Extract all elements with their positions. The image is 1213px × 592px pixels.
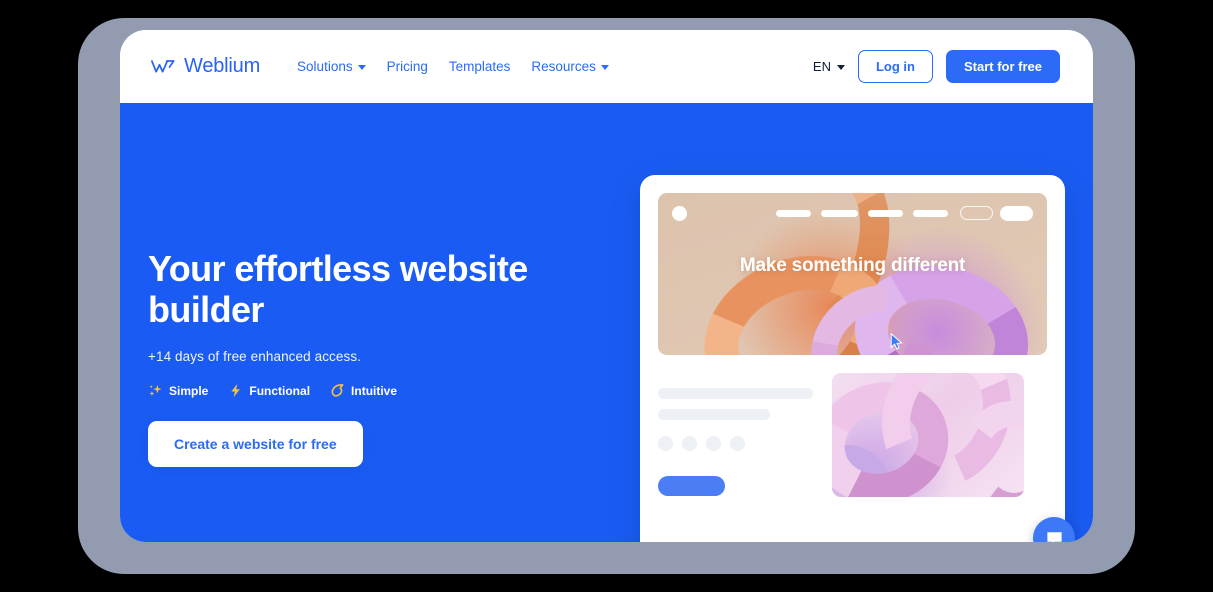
nav-item-solutions[interactable]: Solutions (297, 59, 366, 74)
website-mockup-card: Make something different (640, 175, 1065, 542)
mockup-photo (832, 373, 1024, 497)
chevron-down-icon (357, 65, 366, 70)
screenshot-stage: Weblium Solutions Pricing Templates Reso… (0, 0, 1213, 592)
feature-badge-label: Intuitive (351, 383, 398, 398)
nav-item-resources[interactable]: Resources (531, 59, 609, 74)
create-website-button[interactable]: Create a website for free (148, 421, 363, 467)
nav-item-label: Solutions (297, 59, 353, 74)
lightning-bolt-icon (231, 383, 241, 398)
mockup-nav-link[interactable] (821, 209, 858, 217)
mockup-body (658, 373, 1047, 497)
hero-section: Your effortless website builder +14 days… (120, 103, 1093, 542)
feature-badge-simple: Simple (148, 383, 208, 398)
sparkles-icon (149, 384, 162, 396)
skeleton-bar (658, 388, 813, 399)
circle-logo-icon (672, 205, 687, 221)
mockup-secondary-button[interactable] (960, 206, 993, 220)
mockup-nav-links (776, 209, 948, 217)
skeleton-dot (682, 436, 697, 451)
brand-logo[interactable]: Weblium (151, 55, 260, 78)
mockup-nav-actions (960, 205, 1033, 221)
nav-item-pricing[interactable]: Pricing (387, 59, 428, 74)
site-header: Weblium Solutions Pricing Templates Reso… (120, 30, 1093, 103)
nav-item-label: Pricing (386, 59, 428, 74)
chat-bubble-icon (1046, 531, 1062, 542)
header-actions: EN Log in Start for free (813, 50, 1060, 83)
language-label: EN (812, 59, 831, 74)
feature-badges: Simple Functional Intuitive (148, 383, 578, 398)
hero-title: Your effortless website builder (148, 248, 528, 330)
mockup-nav-link[interactable] (913, 209, 948, 217)
skeleton-dot (730, 436, 745, 451)
mockup-banner-title: Make something different (739, 255, 966, 276)
feature-badge-intuitive: Intuitive (330, 383, 397, 398)
skeleton-bar (658, 409, 770, 420)
feature-badge-functional: Functional (228, 383, 310, 398)
browser-window: Weblium Solutions Pricing Templates Reso… (120, 30, 1093, 542)
mockup-nav-link[interactable] (868, 209, 903, 217)
hero-subtitle: +14 days of free enhanced access. (148, 349, 362, 364)
skeleton-dots (658, 436, 813, 451)
mockup-primary-button[interactable] (1000, 205, 1033, 221)
feature-badge-label: Simple (169, 383, 209, 398)
mockup-hero-banner: Make something different (658, 193, 1047, 355)
language-selector[interactable]: EN (813, 59, 845, 74)
chevron-down-icon (836, 65, 845, 70)
nav-item-label: Templates (448, 59, 511, 74)
comet-icon (331, 384, 344, 397)
weblium-logo-icon (151, 60, 175, 73)
mockup-text-placeholders (658, 373, 813, 497)
mockup-nav-link[interactable] (776, 209, 811, 217)
hero-content: Your effortless website builder +14 days… (148, 248, 578, 467)
chevron-down-icon (600, 65, 609, 70)
mockup-nav (658, 193, 1047, 233)
mockup-cta-placeholder[interactable] (658, 476, 725, 496)
skeleton-dot (658, 436, 673, 451)
nav-item-templates[interactable]: Templates (449, 59, 511, 74)
cursor-arrow-icon (890, 333, 903, 350)
brand-name: Weblium (184, 55, 261, 77)
nav-item-label: Resources (531, 59, 596, 74)
feature-badge-label: Functional (249, 383, 311, 398)
main-nav: Solutions Pricing Templates Resources (297, 59, 609, 74)
login-button[interactable]: Log in (857, 50, 933, 83)
skeleton-dot (706, 436, 721, 451)
start-for-free-button[interactable]: Start for free (945, 50, 1060, 83)
